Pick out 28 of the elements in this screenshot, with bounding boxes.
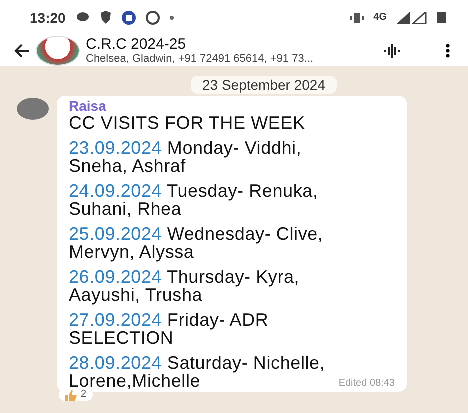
group-avatar[interactable]	[36, 36, 80, 66]
signal-icon	[397, 12, 427, 24]
back-arrow-icon[interactable]	[14, 44, 30, 58]
shield-notification-icon	[100, 11, 112, 24]
battery-icon	[437, 12, 446, 23]
menu-icon[interactable]	[446, 44, 450, 58]
group-name[interactable]: C.R.C 2024-25	[86, 36, 378, 52]
date-chip: 23 September 2024	[190, 76, 338, 94]
schedule-line: 27.09.2024 Friday- ADR SELECTION	[69, 311, 270, 347]
schedule-line: 28.09.2024 Saturday- Nichelle, Lorene,Michelle	[69, 354, 326, 390]
edited-time: Edited 08:43	[338, 378, 395, 389]
vibrate-icon	[350, 12, 364, 22]
reaction-count: 2	[81, 389, 87, 401]
dot-icon	[170, 16, 174, 20]
network-type: 4G	[374, 12, 387, 23]
reaction-badge[interactable]: 2	[59, 389, 93, 401]
schedule-line: 23.09.2024 Monday- Viddhi, Sneha, Ashraf	[69, 139, 303, 175]
group-members: Chelsea, Gladwin, +91 72491 65614, +91 73...	[86, 52, 315, 64]
schedule-line: 24.09.2024 Tuesday- Renuka, Suhani, Rhea	[69, 182, 320, 218]
schedule-line: 26.09.2024 Thursday- Kyra, Aayushi, Trusha	[69, 268, 301, 304]
voice-wave-icon[interactable]	[384, 44, 400, 58]
sender-avatar[interactable]	[17, 98, 49, 120]
app-notification-icon	[122, 10, 136, 24]
schedule-line: 25.09.2024 Wednesday- Clive, Mervyn, Alyssa	[69, 225, 324, 261]
thumbs-up-icon	[65, 390, 77, 400]
message-title: CC VISITS FOR THE WEEK	[69, 114, 306, 132]
sender-name[interactable]: Raisa	[69, 98, 395, 114]
status-time: 13:20	[30, 10, 66, 26]
